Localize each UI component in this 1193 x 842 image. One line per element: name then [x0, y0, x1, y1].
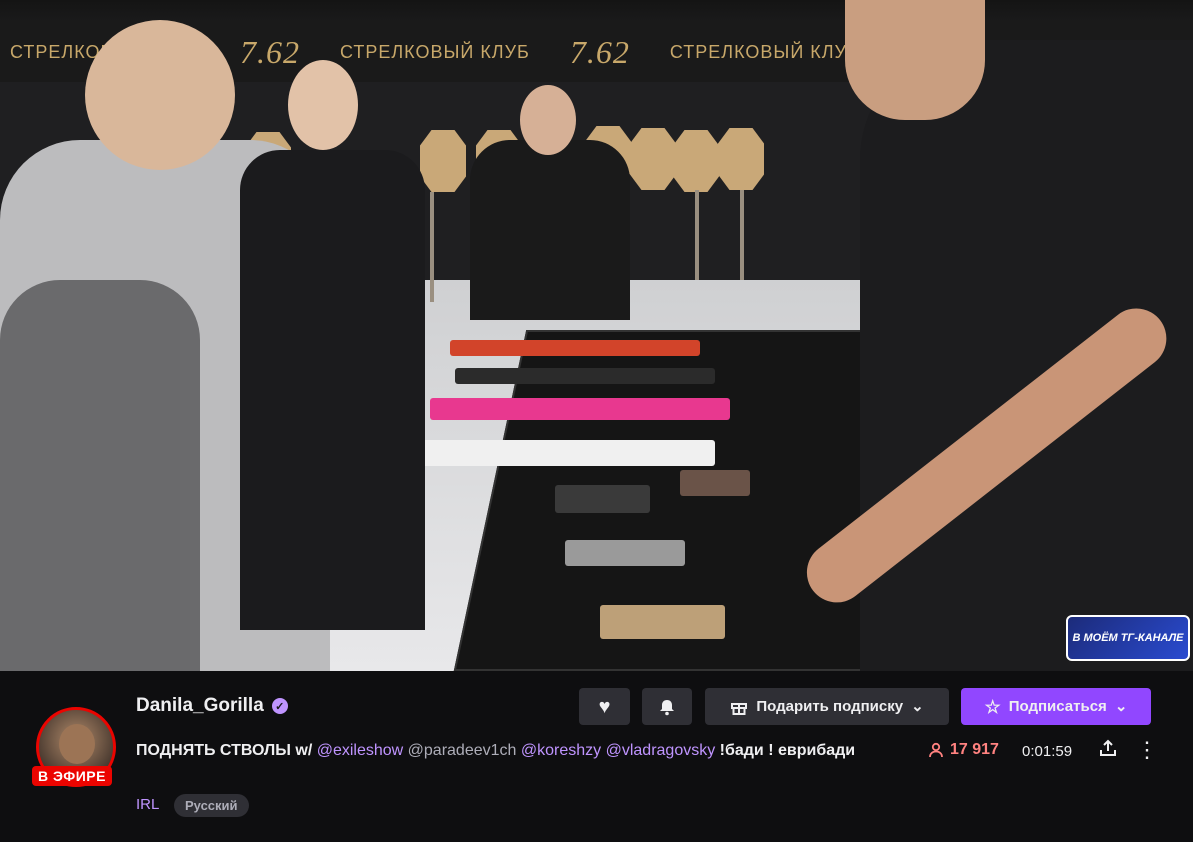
viewer-count: 17 917	[928, 741, 999, 759]
category-link[interactable]: IRL	[136, 796, 159, 813]
chevron-down-icon: ⌄	[911, 698, 924, 715]
share-icon	[1100, 739, 1116, 756]
rifle-black	[455, 368, 715, 384]
banner-number: 7.62	[239, 33, 300, 70]
title-text: !бади ! еврибади	[715, 742, 856, 759]
target-stand	[695, 190, 699, 280]
person-range-officer	[470, 140, 630, 320]
heart-icon: ♥	[598, 695, 611, 718]
follow-button[interactable]: ♥	[579, 688, 630, 725]
star-icon: ☆	[984, 696, 1001, 717]
tg-channel-overlay[interactable]: В МОЁМ ТГ-КАНАЛЕ	[1066, 615, 1190, 661]
notifications-button[interactable]	[642, 688, 692, 725]
stream-title: ПОДНЯТЬ СТВОЛЫ w/ @exileshow @paradeev1c…	[136, 738, 876, 764]
mention-link[interactable]: @vladragovsky	[606, 742, 716, 759]
person-suit	[240, 150, 425, 630]
subscribe-label: Подписаться	[1008, 698, 1107, 715]
avatar-face	[59, 724, 95, 764]
more-vertical-icon: ⋮	[1136, 737, 1158, 762]
gift-sub-label: Подарить подписку	[756, 698, 904, 715]
viewer-number: 17 917	[950, 741, 999, 758]
more-options-button[interactable]: ⋮	[1136, 738, 1158, 764]
target	[673, 130, 719, 192]
person-head	[85, 20, 235, 170]
subscribe-button[interactable]: ☆ Подписаться ⌄	[961, 688, 1151, 725]
chevron-down-icon: ⌄	[1114, 698, 1128, 715]
bell-icon	[660, 699, 674, 715]
user-icon	[929, 742, 943, 758]
tg-overlay-label: В МОЁМ ТГ-КАНАЛЕ	[1072, 632, 1184, 644]
pistol	[555, 485, 650, 513]
rifle-white	[415, 440, 715, 466]
share-button[interactable]	[1097, 738, 1119, 764]
target	[630, 128, 676, 190]
person-head	[288, 60, 358, 150]
live-badge: В ЭФИРЕ	[32, 766, 112, 786]
person-head	[520, 85, 576, 155]
title-text: @paradeev1ch	[403, 742, 521, 759]
person-head	[845, 0, 985, 120]
target	[420, 130, 466, 192]
person-foreground	[0, 280, 200, 671]
video-player[interactable]: СТРЕЛКОВЫЙ КЛУБ 7.62 СТРЕЛКОВЫЙ КЛУБ 7.6…	[0, 0, 1193, 671]
language-tag[interactable]: Русский	[174, 794, 249, 817]
gift-icon	[731, 702, 748, 715]
banner-number: 7.62	[569, 33, 630, 70]
channel-name-row: Danila_Gorilla ✓	[136, 695, 288, 717]
target-stand	[430, 192, 434, 302]
pistol	[680, 470, 750, 496]
pistol	[600, 605, 725, 639]
stream-uptime: 0:01:59	[1022, 743, 1073, 760]
target	[718, 128, 764, 190]
title-text: ПОДНЯТЬ СТВОЛЫ w/	[136, 742, 317, 759]
target-stand	[740, 190, 744, 280]
banner-text: СТРЕЛКОВЫЙ КЛУБ	[339, 41, 530, 62]
mention-link[interactable]: @koreshzy	[521, 742, 601, 759]
rifle-pink	[430, 398, 730, 420]
channel-name[interactable]: Danila_Gorilla	[136, 695, 264, 717]
pistol	[565, 540, 685, 566]
gift-sub-button[interactable]: Подарить подписку ⌄	[705, 688, 949, 725]
banner-text: СТРЕЛКОВЫЙ КЛУБ	[669, 41, 860, 62]
mention-link[interactable]: @exileshow	[317, 742, 404, 759]
verified-icon: ✓	[271, 698, 288, 714]
rifle-orange	[450, 340, 700, 356]
